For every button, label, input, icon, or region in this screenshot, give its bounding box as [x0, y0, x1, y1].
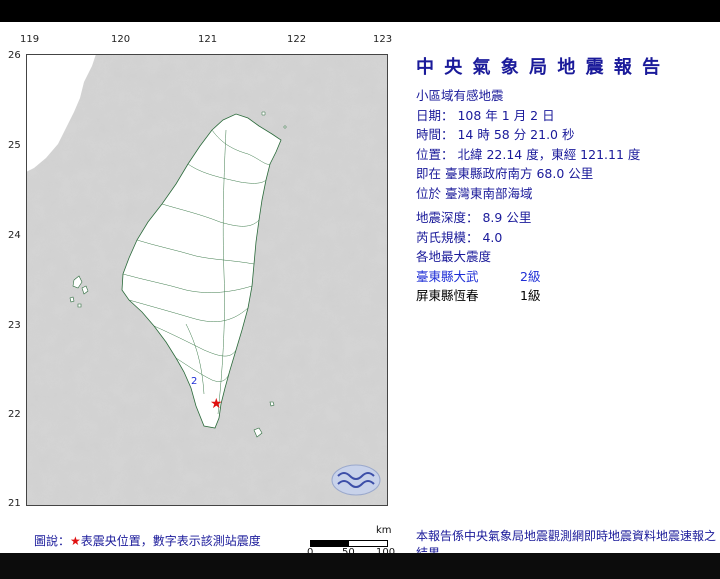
top-black-bar — [0, 0, 720, 22]
epicenter-star-icon: ★ — [210, 396, 223, 412]
map-legend: 圖說：★表震央位置，數字表示該測站震度 — [34, 532, 261, 549]
report-panel: 中 央 氣 象 局 地 震 報 告 小區域有感地震 日期： 108 年 1 月 … — [416, 56, 716, 306]
scale-bar-graphic — [310, 540, 388, 547]
report-position: 位置： 北緯 22.14 度，東經 121.11 度 — [416, 146, 641, 162]
bottom-black-bar — [0, 553, 720, 579]
report-located-at: 即在 臺東縣政府南方 68.0 公里 — [416, 166, 594, 181]
report-time: 時間： 14 時 58 分 21.0 秒 — [416, 127, 575, 142]
report-title: 中 央 氣 象 局 地 震 報 告 — [416, 57, 663, 78]
scale-unit: km — [376, 525, 392, 536]
earthquake-report: 119 120 121 122 123 26 25 24 23 22 21 2 … — [0, 22, 720, 560]
lat-label-26: 26 — [8, 50, 21, 61]
legend-text: 表震央位置，數字表示該測站震度 — [80, 534, 261, 548]
lon-label-119: 119 — [20, 34, 40, 45]
station-level: 2級 — [520, 268, 541, 284]
intensity-heading: 各地最大震度 — [416, 249, 492, 264]
station-row: 屏東縣恆春 1級 — [416, 286, 716, 306]
station-name: 臺東縣大武 — [416, 268, 479, 284]
station-intensity-marker: 2 — [191, 376, 197, 387]
lat-label-21: 21 — [8, 498, 21, 509]
legend-prefix: 圖說： — [34, 534, 71, 548]
epicenter-map: 2 ★ — [26, 54, 388, 524]
lat-label-22: 22 — [8, 409, 21, 420]
report-date: 日期： 108 年 1 月 2 日 — [416, 107, 555, 123]
map-canvas: 2 ★ — [26, 54, 388, 506]
lat-label-23: 23 — [8, 320, 21, 331]
lon-label-123: 123 — [373, 34, 393, 45]
station-row: 臺東縣大武 2級 — [416, 267, 716, 287]
station-level: 1級 — [520, 288, 541, 303]
legend-star-icon: ★ — [70, 534, 81, 548]
lon-label-120: 120 — [111, 34, 131, 45]
lat-label-24: 24 — [8, 230, 21, 241]
report-depth: 地震深度： 8.9 公里 — [416, 210, 532, 225]
lat-label-25: 25 — [8, 140, 21, 151]
report-magnitude: 芮氏規模： 4.0 — [416, 229, 503, 245]
cwb-logo — [331, 464, 381, 496]
lon-label-122: 122 — [287, 34, 307, 45]
lon-label-121: 121 — [198, 34, 218, 45]
report-subtitle: 小區域有感地震 — [416, 88, 504, 103]
station-name: 屏東縣恆春 — [416, 288, 479, 303]
report-region: 位於 臺灣東南部海域 — [416, 185, 533, 201]
